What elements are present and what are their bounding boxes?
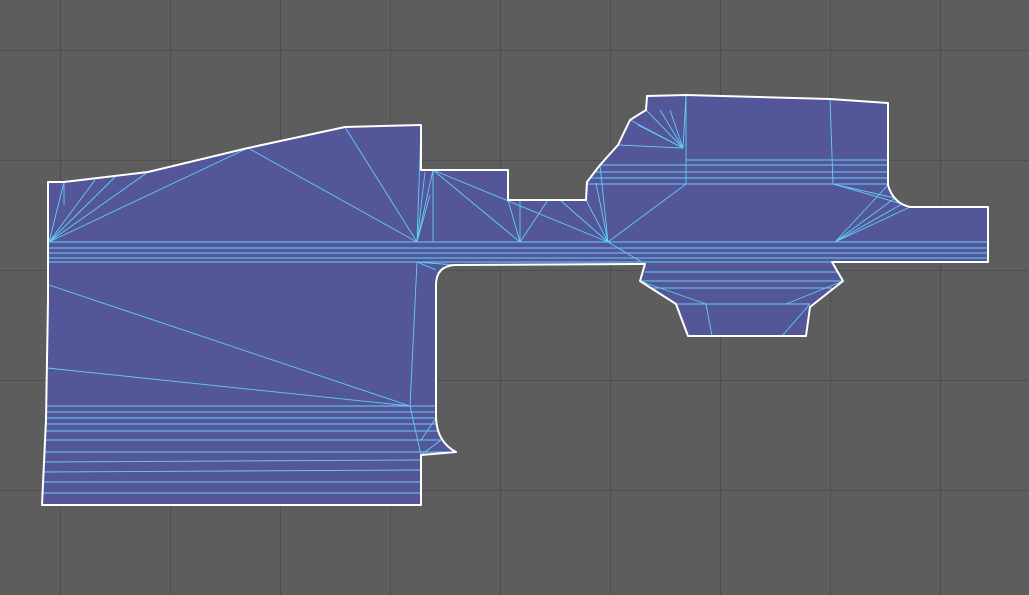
navmesh-polygon[interactable] (42, 95, 988, 505)
navmesh-viewport[interactable] (0, 0, 1029, 595)
scene-canvas[interactable] (0, 0, 1029, 595)
